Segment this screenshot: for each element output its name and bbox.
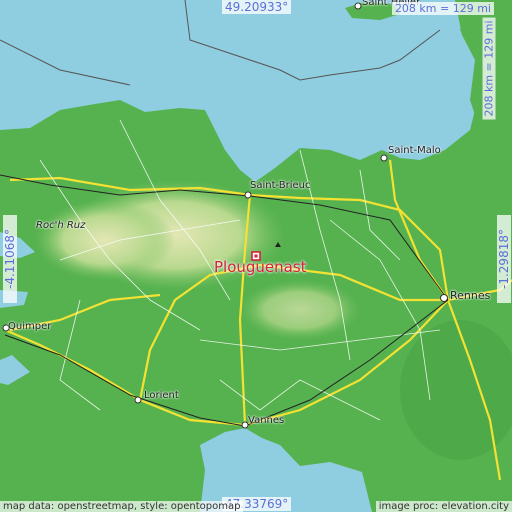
coordinate-left: -4.11068°: [3, 215, 17, 303]
upland-arree: [35, 200, 175, 280]
city-label-rennes: Rennes: [450, 289, 491, 302]
map-canvas: [0, 0, 512, 512]
city-label-saint-malo: Saint-Malo: [388, 145, 441, 156]
place-name-label: Plouguenast: [214, 258, 307, 276]
city-label-lorient: Lorient: [144, 390, 179, 401]
city-label-roch-ruz: Roc'h Ruz: [36, 220, 86, 231]
attribution-image-proc: image proc: elevation.city: [375, 501, 512, 512]
scale-label-top: 208 km = 129 mi: [391, 2, 494, 15]
attribution-map-data: map data: openstreetmap, style: opentopo…: [0, 501, 244, 512]
saint-brieuc-dot: [244, 191, 252, 199]
topographic-map[interactable]: Saint-Brieuc Saint-Malo Rennes Quimper L…: [0, 0, 512, 512]
scale-label-right: 208 km = 129 mi: [482, 17, 496, 120]
city-label-quimper: Quimper: [8, 321, 52, 332]
coordinate-right: -1.29818°: [497, 215, 511, 303]
saint-helier-dot: [354, 2, 362, 10]
lorient-dot: [134, 396, 142, 404]
saint-malo-dot: [380, 154, 388, 162]
coordinate-top: 49.20933°: [222, 0, 292, 14]
rennes-dot: [440, 294, 448, 302]
city-label-saint-brieuc: Saint-Brieuc: [250, 180, 311, 191]
city-label-vannes: Vannes: [248, 415, 285, 426]
